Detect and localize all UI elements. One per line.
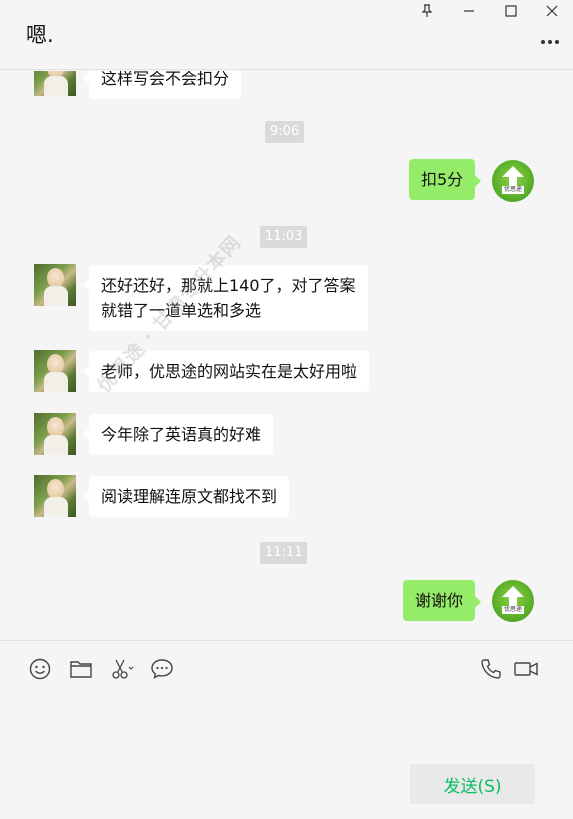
- maximize-icon[interactable]: [496, 0, 526, 22]
- video-icon[interactable]: [513, 656, 539, 682]
- timestamp: 11:03: [260, 226, 308, 248]
- timestamp: 9:06: [265, 121, 305, 143]
- folder-icon[interactable]: [68, 656, 94, 682]
- up-arrow-icon: [502, 586, 524, 606]
- chat-bubble-icon[interactable]: [149, 656, 175, 682]
- composer-toolbar: [0, 640, 573, 696]
- timestamp: 11:11: [260, 542, 308, 564]
- minimize-icon[interactable]: [454, 0, 484, 22]
- contact-avatar[interactable]: [34, 350, 76, 392]
- close-icon[interactable]: [537, 0, 567, 22]
- contact-avatar[interactable]: [34, 413, 76, 455]
- message-line: 就错了一道单选和多选: [101, 301, 262, 320]
- phone-icon[interactable]: [478, 656, 504, 682]
- message-bubble[interactable]: 阅读理解连原文都找不到: [82, 476, 290, 517]
- scissors-icon[interactable]: [109, 656, 135, 682]
- message-line: 还好还好，那就上140了，对了答案: [101, 276, 356, 295]
- message-bubble[interactable]: 老师，优思途的网站实在是太好用啦: [82, 351, 370, 392]
- message-bubble[interactable]: 今年除了英语真的好难: [82, 414, 274, 455]
- chat-messages[interactable]: 这样写会不会扣分 9:06 扣5分 优思途 11:03 还好还好，那就上140了…: [0, 71, 573, 640]
- send-button[interactable]: 发送(S): [410, 764, 535, 804]
- my-message-bubble[interactable]: 谢谢你: [403, 580, 482, 621]
- message-bubble[interactable]: 还好还好，那就上140了，对了答案 就错了一道单选和多选: [83, 265, 368, 331]
- my-avatar[interactable]: 优思途: [492, 160, 534, 202]
- pin-icon[interactable]: [412, 0, 442, 22]
- contact-avatar[interactable]: [34, 71, 76, 96]
- contact-avatar[interactable]: [34, 475, 76, 517]
- more-options-icon[interactable]: [539, 32, 561, 52]
- up-arrow-icon: [502, 166, 524, 186]
- message-bubble[interactable]: 这样写会不会扣分: [82, 71, 242, 99]
- message-input[interactable]: [0, 696, 573, 756]
- my-message-bubble[interactable]: 扣5分: [409, 159, 482, 200]
- emoji-icon[interactable]: [27, 656, 53, 682]
- chat-header: 嗯.: [0, 0, 573, 70]
- my-avatar[interactable]: 优思途: [492, 580, 534, 622]
- chat-title: 嗯.: [26, 23, 54, 47]
- contact-avatar[interactable]: [34, 264, 76, 306]
